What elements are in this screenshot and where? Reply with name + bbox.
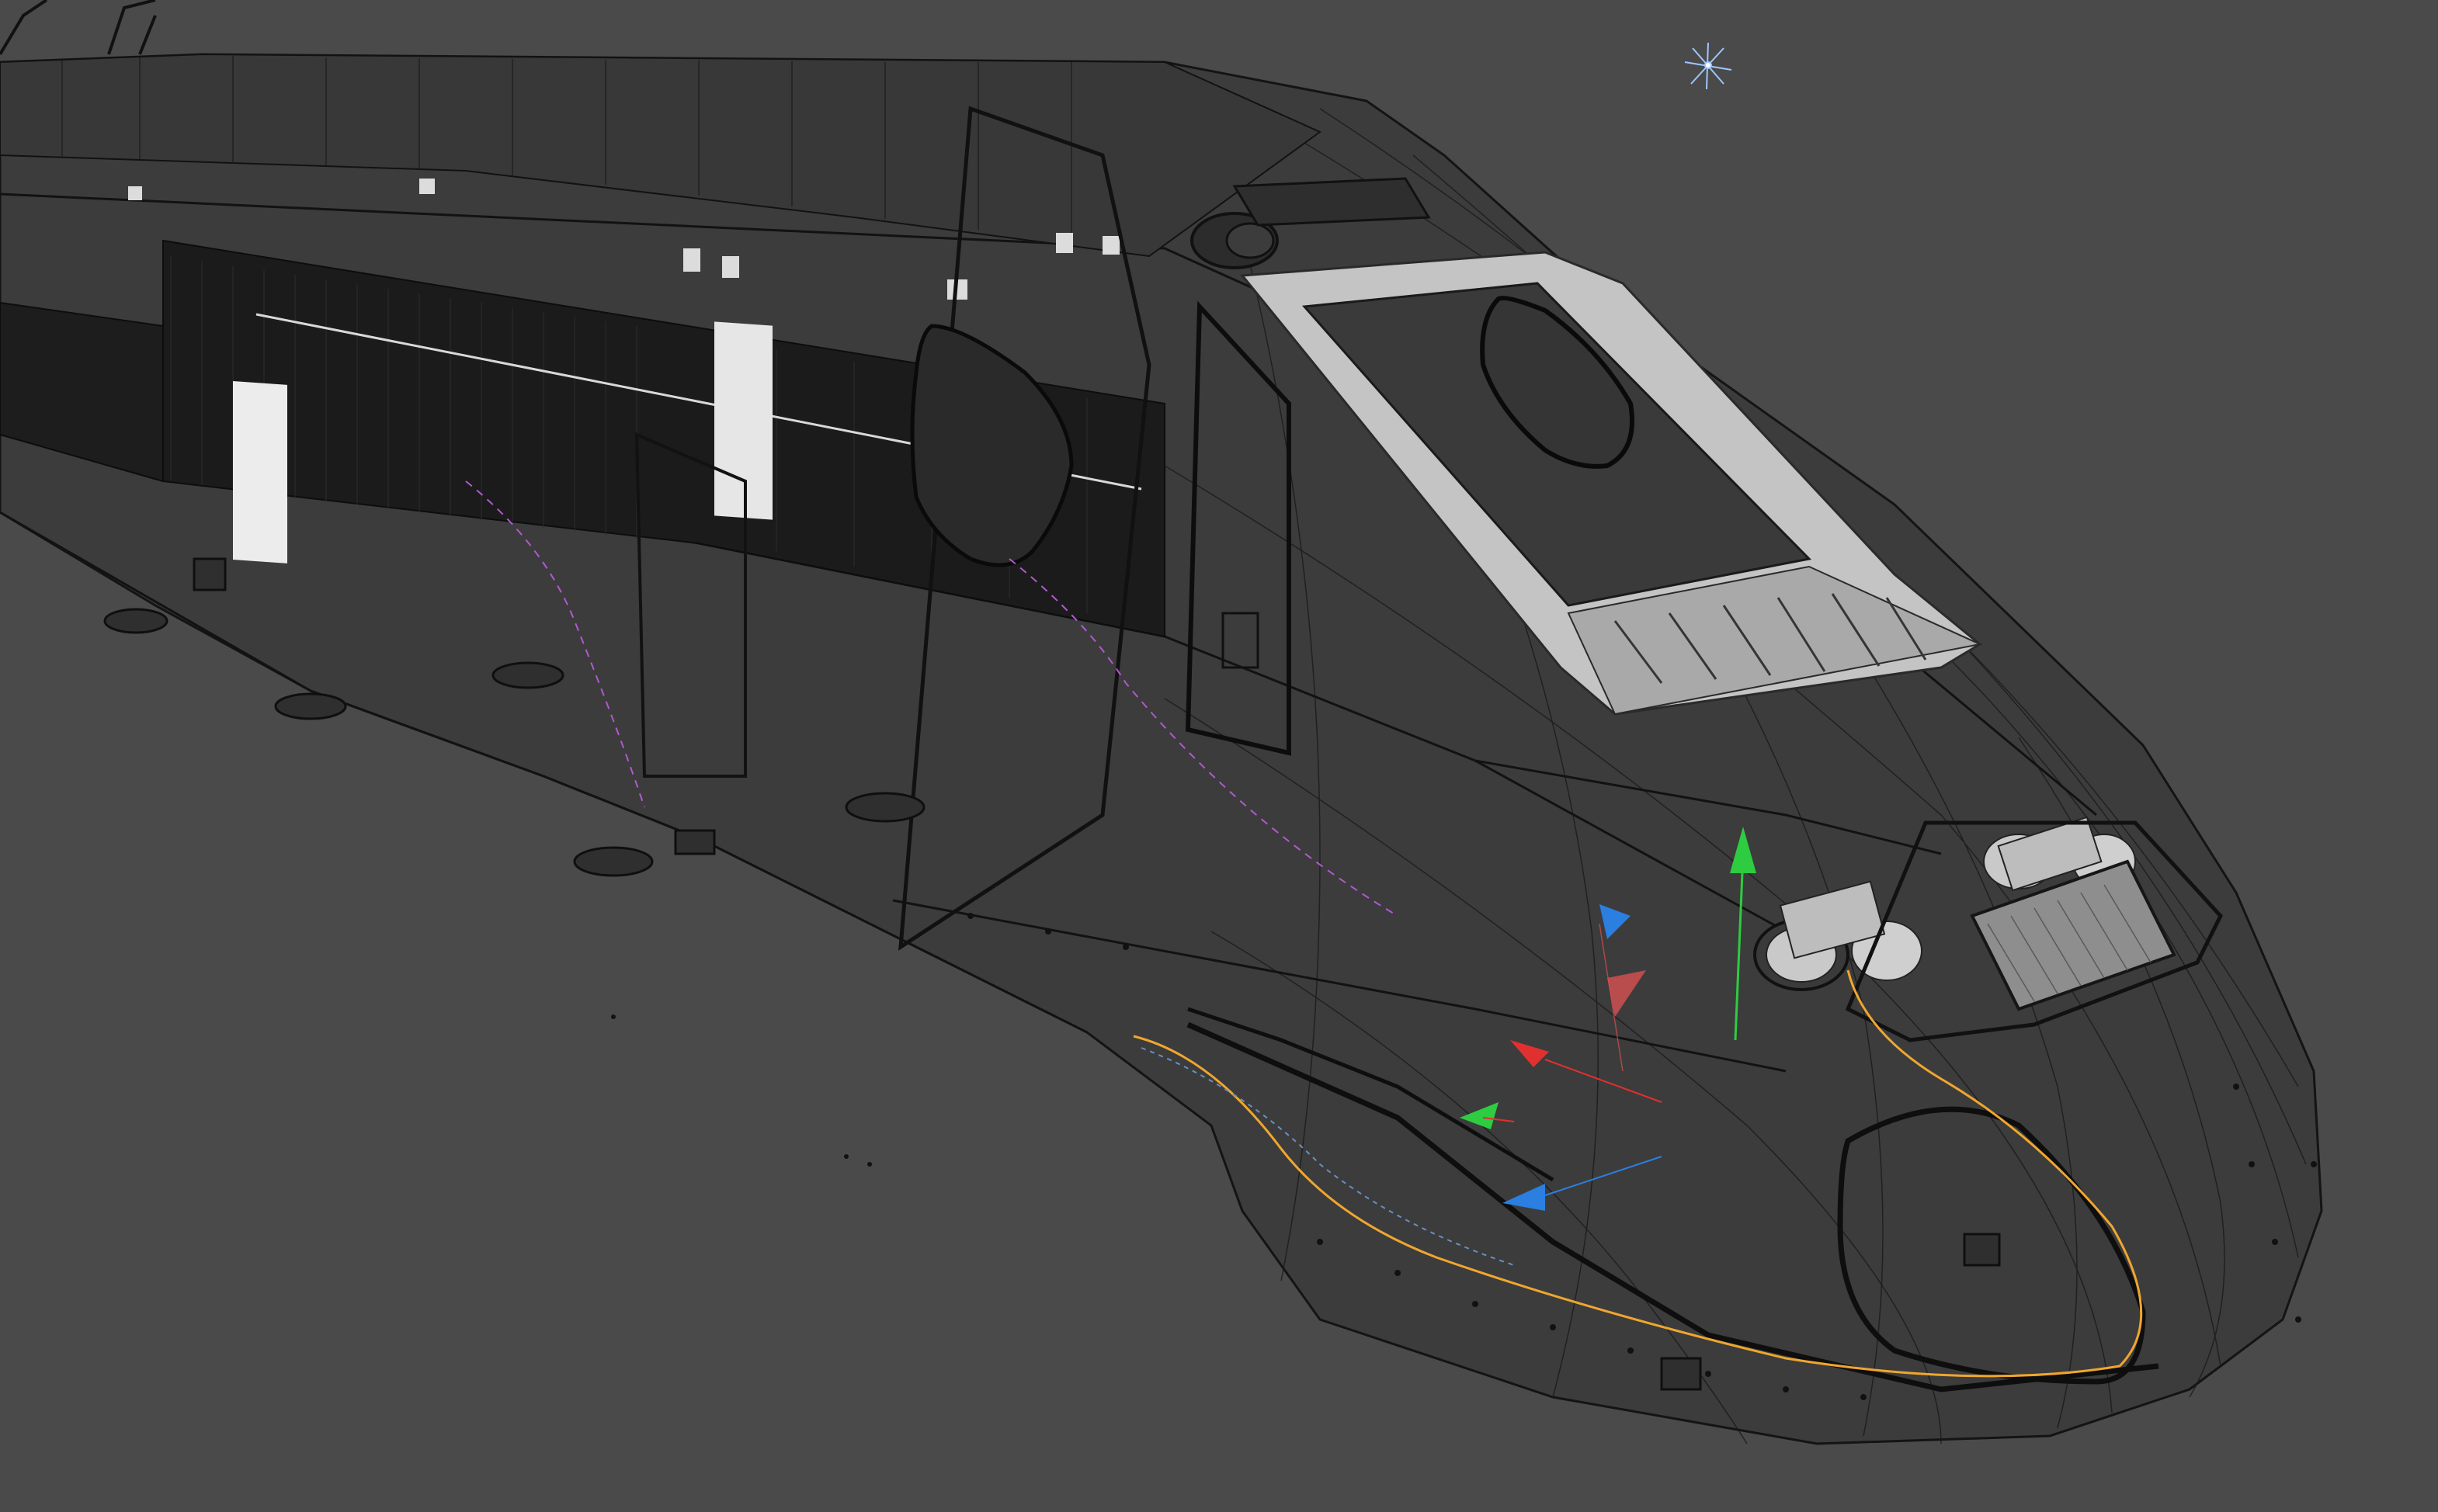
- viewport-canvas[interactable]: [0, 0, 2438, 1512]
- omni-light-icon[interactable]: [1684, 42, 1732, 90]
- white-panel-left: [233, 380, 287, 564]
- train-model[interactable]: [0, 0, 2323, 1445]
- white-panel-mid: [714, 321, 773, 520]
- 3d-viewport[interactable]: [0, 0, 2438, 1512]
- pantograph: [0, 0, 157, 56]
